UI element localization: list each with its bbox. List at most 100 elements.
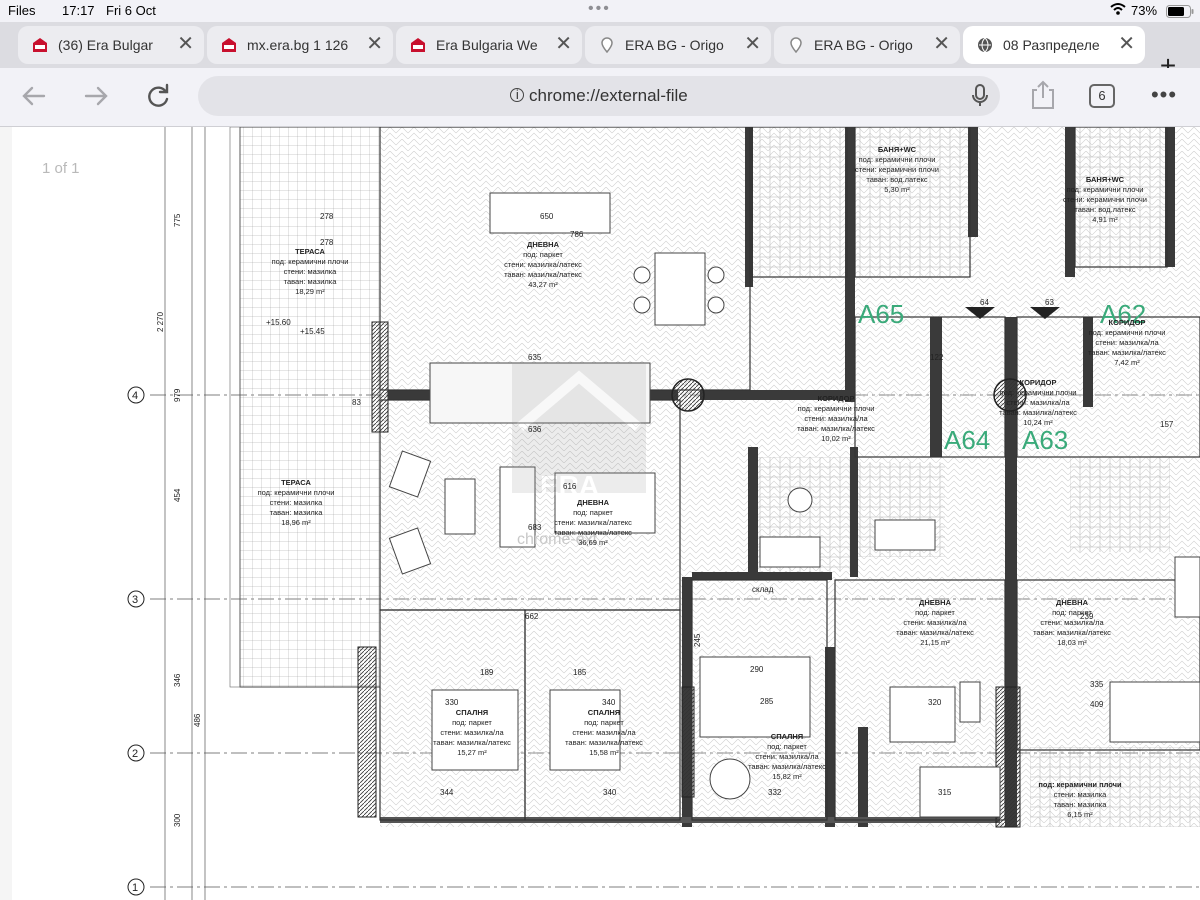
dimension-label: 786 [570,230,584,239]
tab-floor-plan-active[interactable]: 08 Разпределе ✕ [963,26,1145,64]
unit-label: A65 [858,299,904,329]
room-label-line: стени: мазилка/ла [804,414,868,423]
room-label-line: БАНЯ+WC [1086,175,1125,184]
dimension-label: 683 [528,523,542,532]
room-label-line: 21,15 m² [920,638,950,647]
room-label-line: под: керамични плочи [1089,328,1166,337]
dimension-label: 315 [938,788,952,797]
axis-label: 2 [132,748,138,760]
room-label-line: стени: мазилка [1054,790,1107,799]
tab-title: ERA BG - Origo [625,37,724,53]
terrace-area [239,127,381,688]
reload-icon[interactable] [140,78,176,114]
room-label-line: таван: мазилка/латекс [999,408,1077,417]
room-label-line: стени: мазилка/ла [1006,398,1070,407]
room-label-line: КОРИДОР [1109,318,1146,327]
close-tab-icon[interactable]: ✕ [1118,33,1135,55]
dimension-label: 300 [173,813,182,827]
room-label-line: под: паркет [767,742,807,751]
url-text: chrome://external-file [529,86,688,105]
room-label-line: 15,82 m² [772,772,802,781]
dimension-label: 63 [1045,298,1054,307]
room-label-line: под: керамични плочи [272,257,349,266]
room-label-line: 18,03 m² [1057,638,1087,647]
dimension-label: 344 [440,788,454,797]
room-label-line: таван: мазилка [270,508,324,517]
status-date: Fri 6 Oct [106,3,156,18]
era-logo-icon [32,37,48,53]
room-label-line: ТЕРАСА [295,247,325,256]
status-bar: Files 17:17 Fri 6 Oct ••• 73% [0,0,1200,22]
dimension-label: 340 [603,788,617,797]
more-menu-icon[interactable]: ••• [1146,78,1182,114]
back-to-app-link[interactable]: Files [8,3,35,18]
tab-strip: (36) Era Bulgar ✕ mx.era.bg 1 126 ✕ Era … [0,22,1200,81]
close-tab-icon[interactable]: ✕ [177,33,194,55]
info-icon[interactable]: i [510,88,525,102]
location-pin-icon [599,37,615,54]
close-tab-icon[interactable]: ✕ [933,33,950,55]
room-label-line: под: керамични плочи [859,155,936,164]
room-label-line: ТЕРАСА [281,478,311,487]
dimension-label: 346 [173,673,182,687]
dimension-label: 83 [352,398,361,407]
room-label-line: под: паркет [452,718,492,727]
unit-label: A64 [944,425,990,455]
close-tab-icon[interactable]: ✕ [366,33,383,55]
dimension-label: 320 [928,698,942,707]
dimension-label: 330 [445,698,459,707]
dimension-label: 775 [173,213,182,227]
dimension-label: 278 [320,238,334,247]
dimension-label: склад [752,585,774,594]
tab-era-origo-2[interactable]: ERA BG - Origo ✕ [774,26,960,64]
room-label-line: 43,27 m² [528,280,558,289]
tab-mx-era[interactable]: mx.era.bg 1 126 ✕ [207,26,393,64]
room-label-line: под: керамични плочи [258,488,335,497]
close-tab-icon[interactable]: ✕ [555,33,572,55]
close-tab-icon[interactable]: ✕ [744,33,761,55]
microphone-icon[interactable] [972,84,988,113]
multitasking-dots-icon[interactable]: ••• [588,0,611,18]
tab-title: ERA BG - Origo [814,37,913,53]
room-label-line: таван: мазилка/латекс [896,628,974,637]
room-label-line: КОРИДОР [818,394,855,403]
room-label-line: стени: керамични плочи [1063,195,1147,204]
tab-switcher-button[interactable]: 6 [1089,84,1115,108]
room-label-line: 10,24 m² [1023,418,1053,427]
room-label-line: 36,69 m² [578,538,608,547]
dimension-label: 616 [563,482,577,491]
location-pin-icon [788,37,804,54]
room-label-line: под: керамични плочи [1000,388,1077,397]
room-label-line: 18,29 m² [295,287,325,296]
dimension-label: 409 [1090,700,1104,709]
dimension-label: 239 [1080,612,1094,621]
room-label-line: 10,02 m² [821,434,851,443]
axis-label: 4 [132,390,138,402]
room-label-line: под: паркет [573,508,613,517]
tab-era-origo-1[interactable]: ERA BG - Origo ✕ [585,26,771,64]
dimension-label: 2 270 [156,311,165,332]
dimension-label: 335 [1090,680,1104,689]
forward-arrow-icon[interactable] [78,78,114,114]
dimension-label: +15.60 [266,318,291,327]
pdf-viewer[interactable]: 4 3 2 1 A65 A64 A63 A62 ERA chrome-ext Т… [0,127,1200,900]
room-label-line: таван: мазилка [284,277,338,286]
tab-era-bulgaria-2[interactable]: Era Bulgaria We ✕ [396,26,582,64]
room-label-line: ДНЕВНА [919,598,952,607]
dimension-label: 636 [528,425,542,434]
room-label-line: таван: мазилка/латекс [433,738,511,747]
room-label-line: СПАЛНЯ [456,708,488,717]
share-icon[interactable] [1025,78,1061,114]
dimension-label: 650 [540,212,554,221]
terrace-railing [229,127,241,688]
room-label-line: таван: вод.латекс [866,175,928,184]
address-bar[interactable]: i chrome://external-file [198,76,1000,116]
bathroom-tiles [752,127,852,277]
dimension-label: 278 [320,212,334,221]
dimension-label: 454 [173,488,182,502]
floor-plan-drawing[interactable]: 4 3 2 1 A65 A64 A63 A62 ERA chrome-ext Т… [0,127,1200,900]
room-label-line: 18,96 m² [281,518,311,527]
back-arrow-icon[interactable] [16,78,52,114]
tab-era-bulgaria-1[interactable]: (36) Era Bulgar ✕ [18,26,204,64]
tab-title: mx.era.bg 1 126 [247,37,349,53]
